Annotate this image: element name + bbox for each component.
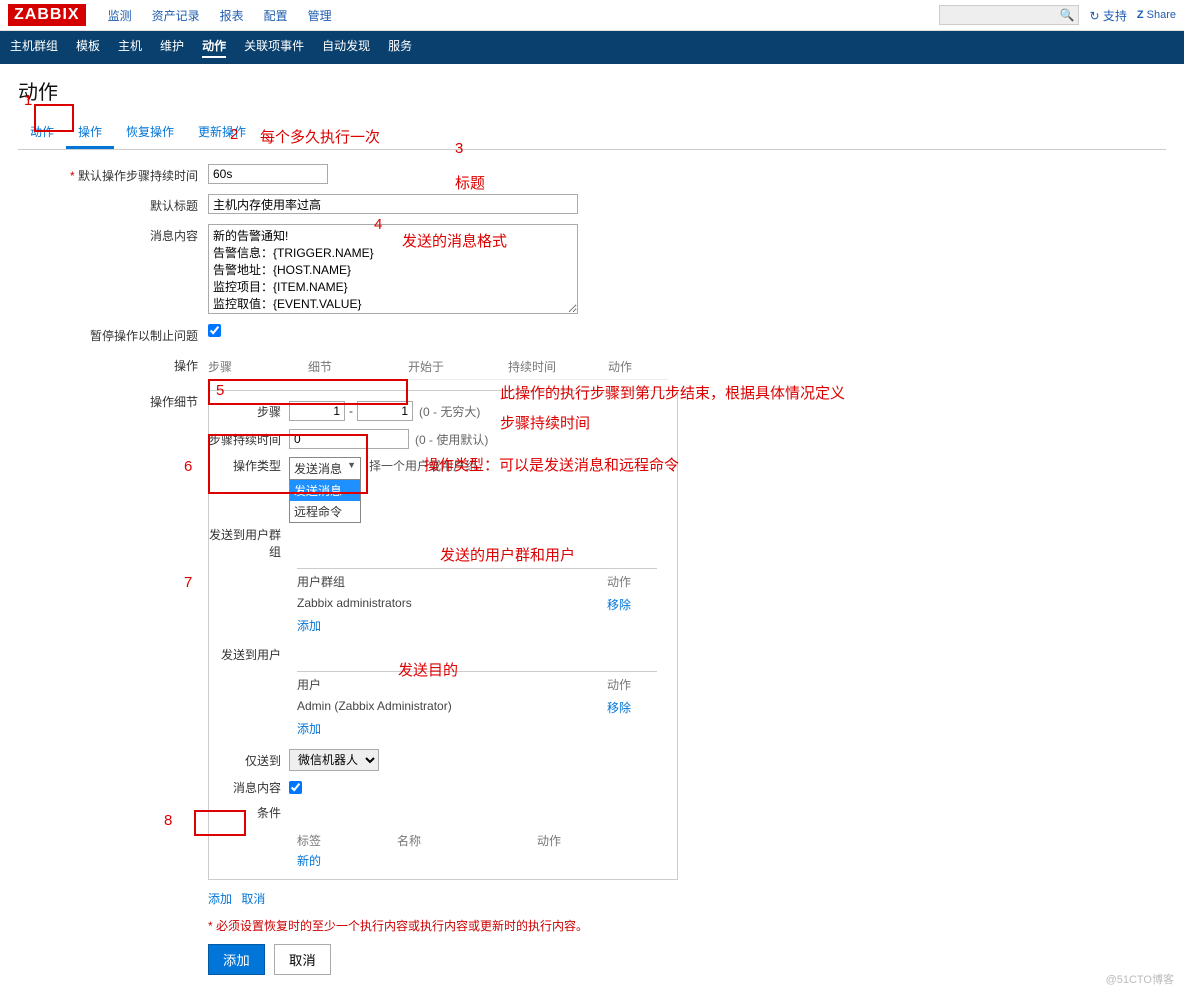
label-send-groups: 发送到用户群组 [209,526,289,560]
share-link[interactable]: Z Share [1137,9,1176,21]
label-op-detail: 操作细节 [18,390,208,410]
select-op-type[interactable]: 发送消息 发送消息 远程命令 [289,457,361,480]
subnav-hosts[interactable]: 主机 [118,37,142,58]
op-detail-box: 步骤 - (0 - 无穷大) 步骤持续时间 (0 - 使用默认) 操作类型 发送… [208,390,678,880]
warning-text: * 必须设置恢复时的至少一个执行内容或执行内容或更新时的执行内容。 [208,917,588,934]
label-step-duration: 默认操作步骤持续时间 [18,164,208,184]
subnav-discovery[interactable]: 自动发现 [322,37,370,58]
cond-new-link[interactable]: 新的 [297,854,321,868]
search-input[interactable]: 🔍 [939,5,1079,25]
tab-action[interactable]: 动作 [18,117,66,149]
watermark: @51CTO博客 [1106,971,1174,987]
user-remove-link[interactable]: 移除 [607,701,631,715]
label-operations: 操作 [18,354,208,374]
user-row: Admin (Zabbix Administrator) [297,699,607,716]
topnav-config[interactable]: 配置 [264,7,288,24]
logo: ZABBIX [8,4,86,26]
group-remove-link[interactable]: 移除 [607,598,631,612]
op-type-option-msg[interactable]: 发送消息 [290,480,360,501]
top-bar: ZABBIX 监测 资产记录 报表 配置 管理 🔍 ↻ 支持 Z Share [0,0,1184,31]
users-table: 用户动作 Admin (Zabbix Administrator)移除 添加 [297,671,657,739]
page-title: 动作 [18,76,1166,105]
label-pause: 暂停操作以制止问题 [18,324,208,344]
sub-nav: 主机群组 模板 主机 维护 动作 关联项事件 自动发现 服务 [0,31,1184,64]
op-type-option-cmd[interactable]: 远程命令 [290,501,360,522]
subnav-hostgroups[interactable]: 主机群组 [10,37,58,58]
topnav-monitor[interactable]: 监测 [108,7,132,24]
label-conditions: 条件 [209,804,289,821]
top-right: 🔍 ↻ 支持 Z Share [939,5,1176,25]
input-step-duration[interactable] [208,164,328,184]
input-step-dur[interactable] [289,429,409,449]
tabs: 动作 操作 恢复操作 更新操作 [18,117,1166,150]
tab-update[interactable]: 更新操作 [186,117,258,149]
step-note: (0 - 无穷大) [419,403,480,420]
input-step-from[interactable] [289,401,345,421]
subnav-templates[interactable]: 模板 [76,37,100,58]
top-nav: 监测 资产记录 报表 配置 管理 [98,7,342,24]
label-step-dur: 步骤持续时间 [209,431,289,448]
content: 动作 动作 操作 恢复操作 更新操作 默认操作步骤持续时间 默认标题 消息内容 … [0,64,1184,997]
topnav-admin[interactable]: 管理 [308,7,332,24]
op-type-help: 择一个用户或用户组。 [369,457,489,474]
topnav-reports[interactable]: 报表 [220,7,244,24]
conditions-table: 标签名称动作 新的 [297,829,617,869]
label-send-users: 发送到用户 [209,646,289,663]
checkbox-msg-content[interactable] [289,781,302,794]
subnav-correlation[interactable]: 关联项事件 [244,37,304,58]
detail-add-link[interactable]: 添加 [208,892,232,906]
groups-table: 用户群组动作 Zabbix administrators移除 添加 [297,568,657,636]
subnav-actions[interactable]: 动作 [202,37,226,58]
submit-add-button[interactable]: 添加 [208,944,265,975]
input-default-title[interactable] [208,194,578,214]
search-icon: 🔍 [1059,8,1074,22]
ops-table-header: 步骤 细节 开始于 持续时间 动作 [208,354,668,380]
tab-operations[interactable]: 操作 [66,117,114,149]
group-row: Zabbix administrators [297,596,607,613]
select-send-only[interactable]: 微信机器人 [289,749,379,771]
subnav-services[interactable]: 服务 [388,37,412,58]
subnav-maintenance[interactable]: 维护 [160,37,184,58]
label-send-only: 仅送到 [209,752,289,769]
support-link[interactable]: ↻ 支持 [1089,7,1126,24]
textarea-message[interactable]: 新的告警通知! 告警信息：{TRIGGER.NAME} 告警地址：{HOST.N… [208,224,578,314]
checkbox-pause[interactable] [208,324,221,337]
input-step-to[interactable] [357,401,413,421]
label-default-title: 默认标题 [18,194,208,214]
topnav-inventory[interactable]: 资产记录 [152,7,200,24]
label-op-type: 操作类型 [209,457,289,474]
step-dur-note: (0 - 使用默认) [415,431,488,448]
label-message: 消息内容 [18,224,208,244]
detail-cancel-link[interactable]: 取消 [241,892,265,906]
user-add-link[interactable]: 添加 [297,720,321,737]
label-steps: 步骤 [209,403,289,420]
label-msg-content: 消息内容 [209,779,289,796]
submit-cancel-button[interactable]: 取消 [274,944,331,975]
tab-recovery[interactable]: 恢复操作 [114,117,186,149]
group-add-link[interactable]: 添加 [297,617,321,634]
